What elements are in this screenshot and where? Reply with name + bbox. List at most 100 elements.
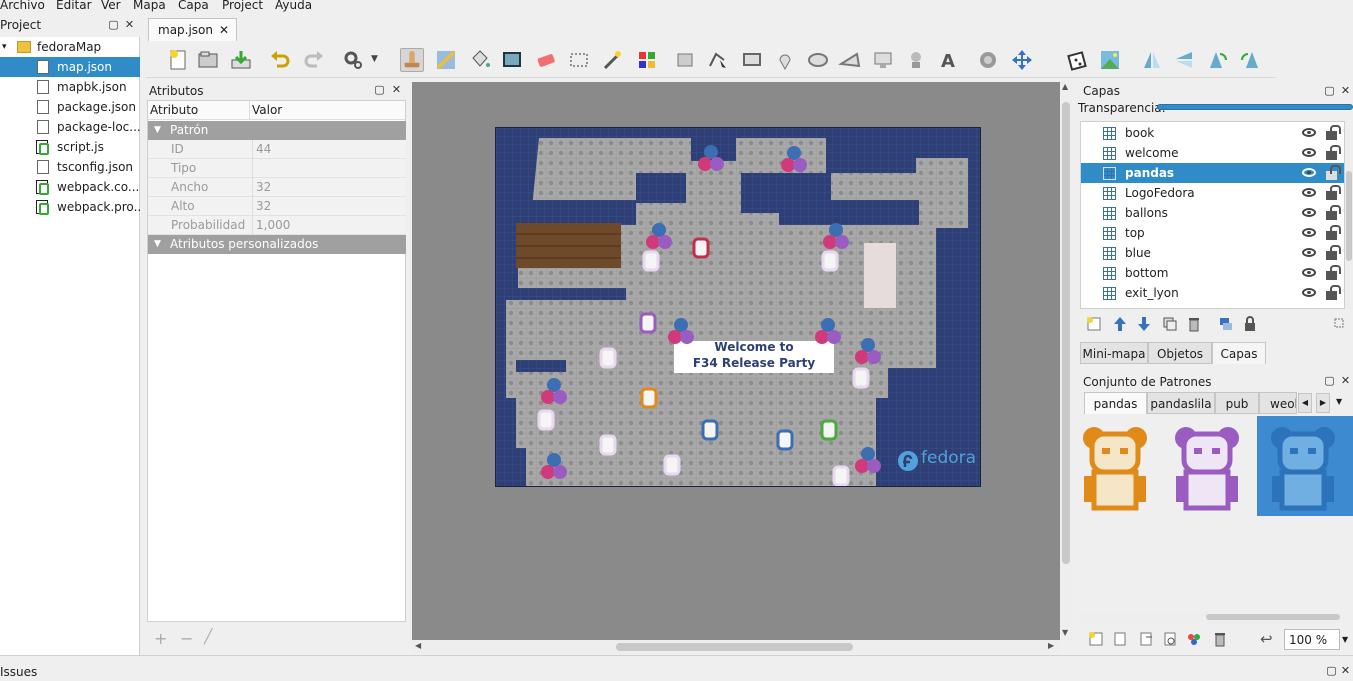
tab-minimap[interactable]: Mini-mapa [1080,342,1148,364]
rotate-left-icon[interactable] [1206,48,1230,72]
close-icon[interactable]: ✕ [391,84,402,95]
move-icon[interactable] [1010,48,1034,72]
expand-arrow-icon[interactable]: ▾ [2,37,7,57]
wang-fill-icon[interactable] [1098,48,1122,72]
layer-row-bottom[interactable]: bottom [1081,263,1344,283]
lock-icon[interactable] [1326,285,1341,300]
rect-select-icon[interactable] [567,48,591,72]
tab-map-json[interactable]: map.json ✕ [148,18,237,41]
embed-tileset-icon[interactable] [1112,631,1128,647]
open-icon[interactable] [196,48,220,72]
vertical-scrollbar[interactable]: ▲ ▼ [1060,82,1072,640]
layer-scrollbar[interactable] [1345,121,1353,309]
eye-icon[interactable] [1302,128,1316,137]
tileset-tab-pandas[interactable]: pandas [1084,392,1147,414]
eye-icon[interactable] [1302,248,1316,257]
scroll-right-icon[interactable]: ▶ [1048,641,1054,650]
eye-icon[interactable] [1302,188,1316,197]
lock-icon[interactable] [1326,165,1341,180]
eraser-icon[interactable] [534,48,558,72]
zoom-select[interactable]: 100 % [1284,629,1340,650]
tab-scroll-right-icon[interactable]: ▶ [1316,393,1330,413]
float-icon[interactable]: ▢ [1324,375,1335,386]
insert-polygon-icon[interactable] [838,48,862,72]
save-icon[interactable] [229,48,253,72]
scroll-thumb[interactable] [616,643,853,651]
commands-icon[interactable] [342,48,366,72]
terrain-brush-icon[interactable] [434,48,458,72]
eye-icon[interactable] [1302,148,1316,157]
tileset-properties-icon[interactable] [1186,631,1202,647]
group-custom-attributes[interactable]: ▼ Atributos personalizados [148,235,406,254]
tileset-menu-icon[interactable]: ▼ [1336,397,1342,406]
lock-icon[interactable] [1326,265,1341,280]
new-tileset-icon[interactable] [1088,631,1104,647]
layer-row-welcome[interactable]: welcome [1081,143,1344,163]
scroll-up-icon[interactable]: ▲ [1062,82,1068,91]
layer-row-top[interactable]: top [1081,223,1344,243]
select-objects-icon[interactable] [674,48,698,72]
random-mode-icon[interactable] [1066,48,1090,72]
menu-capa[interactable]: Capa [178,0,209,12]
lock-icon[interactable] [1326,225,1341,240]
flip-vertical-icon[interactable] [1172,48,1196,72]
rotate-right-icon[interactable] [1238,48,1262,72]
merge-layer-icon[interactable] [1218,316,1234,332]
tree-file-package-lock[interactable]: package-loc... [0,117,140,137]
table-row[interactable]: Alto 32 [148,197,406,216]
close-tab-icon[interactable]: ✕ [219,19,229,41]
insert-text-icon[interactable]: A [936,48,960,72]
tree-folder-root[interactable]: ▾ fedoraMap [0,37,140,57]
close-icon[interactable]: ✕ [1340,375,1351,386]
insert-template-icon[interactable] [904,48,928,72]
scroll-left-icon[interactable]: ◀ [415,641,421,650]
layer-row-book[interactable]: book [1081,123,1344,143]
bucket-fill-icon[interactable] [468,48,492,72]
tree-file-tsconfig[interactable]: tsconfig.json [0,157,140,177]
lock-icon[interactable] [1326,205,1341,220]
tab-objects[interactable]: Objetos [1148,342,1212,364]
new-map-icon[interactable] [166,48,190,72]
float-icon[interactable]: ▢ [108,19,119,30]
horizontal-scrollbar[interactable]: ◀ ▶ [412,640,1060,654]
export-tileset-icon[interactable] [1138,631,1154,647]
delete-tileset-icon[interactable] [1212,631,1228,647]
tileset-hscroll[interactable] [1080,612,1345,622]
eye-icon[interactable] [1302,168,1316,177]
raise-layer-icon[interactable] [1112,316,1128,332]
insert-point-icon[interactable] [773,48,797,72]
lock-icon[interactable] [1326,125,1341,140]
new-layer-icon[interactable] [1086,316,1102,332]
layer-row-blue[interactable]: blue [1081,243,1344,263]
issues-label[interactable]: Issues [0,665,37,679]
menu-mapa[interactable]: Mapa [133,0,166,12]
tree-file-webpack-prod[interactable]: webpack.pro... [0,197,140,217]
collapse-arrow-icon[interactable]: ▼ [154,121,161,140]
layer-row-ballons[interactable]: ballons [1081,203,1344,223]
lock-icon[interactable] [1326,145,1341,160]
eye-icon[interactable] [1302,288,1316,297]
table-row[interactable]: Ancho 32 [148,178,406,197]
panel-options-icon[interactable] [1332,316,1346,330]
magic-wand-icon[interactable] [600,48,624,72]
tileset-tab-pub[interactable]: pub [1215,392,1259,414]
collapse-arrow-icon[interactable]: ▼ [154,235,161,254]
menu-ver[interactable]: Ver [101,0,121,12]
worlds-icon[interactable] [976,48,1000,72]
float-icon[interactable]: ▢ [1326,665,1337,676]
insert-rectangle-icon[interactable] [740,48,764,72]
shape-fill-icon[interactable] [500,48,524,72]
eye-icon[interactable] [1302,268,1316,277]
chevron-down-icon[interactable]: ▼ [371,54,378,64]
tileset-tab-pandaslila[interactable]: pandaslila [1147,392,1215,414]
layer-row-exit-lyon[interactable]: exit_lyon [1081,283,1344,303]
lower-layer-icon[interactable] [1136,316,1152,332]
scroll-thumb[interactable] [1062,102,1070,564]
table-row[interactable]: Tipo [148,159,406,178]
remove-property-icon[interactable]: − [180,629,193,648]
select-same-tile-icon[interactable] [635,48,659,72]
opacity-slider[interactable] [1157,104,1353,110]
lock-all-icon[interactable] [1242,316,1258,332]
dynamic-wrap-icon[interactable]: ↩ [1260,630,1273,648]
add-property-icon[interactable]: + [154,629,167,648]
